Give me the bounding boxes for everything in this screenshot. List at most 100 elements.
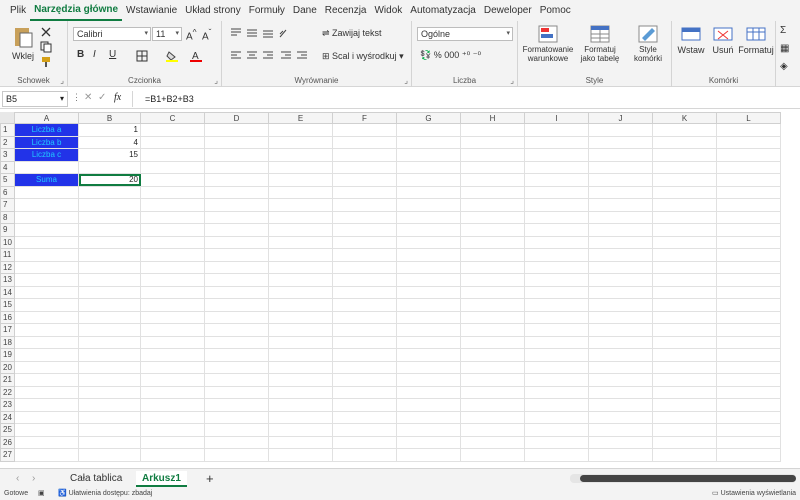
font-color-icon[interactable]: A bbox=[190, 50, 202, 62]
ribbon-tab-6[interactable]: Recenzja bbox=[321, 1, 371, 21]
cell-C[interactable] bbox=[140, 398, 205, 412]
cell-G[interactable] bbox=[396, 385, 461, 399]
borders-icon[interactable] bbox=[136, 50, 148, 62]
cell-A[interactable] bbox=[14, 335, 79, 349]
format-cells-button[interactable]: Formatuj bbox=[738, 25, 774, 55]
cell-J[interactable] bbox=[588, 135, 653, 149]
cell-G[interactable] bbox=[396, 398, 461, 412]
cell-J[interactable] bbox=[588, 210, 653, 224]
cell-A[interactable] bbox=[14, 385, 79, 399]
cell-F[interactable] bbox=[332, 248, 397, 262]
select-all-button[interactable] bbox=[0, 112, 14, 123]
cell-F[interactable] bbox=[332, 210, 397, 224]
cell-K[interactable] bbox=[652, 160, 717, 174]
cell-A[interactable] bbox=[14, 398, 79, 412]
cell-E[interactable] bbox=[268, 423, 333, 437]
cell-G[interactable] bbox=[396, 323, 461, 337]
cell-D[interactable] bbox=[204, 198, 269, 212]
row-header[interactable]: 16 bbox=[0, 310, 15, 324]
alignment-launcher[interactable]: ⌟ bbox=[404, 76, 408, 85]
cell-D[interactable] bbox=[204, 323, 269, 337]
merge-center-button[interactable]: ⊞ Scal i wyśrodkuj ▾ bbox=[322, 51, 404, 62]
cell-G[interactable] bbox=[396, 248, 461, 262]
cell-H[interactable] bbox=[460, 260, 525, 274]
cell-K[interactable] bbox=[652, 348, 717, 362]
cell-H[interactable] bbox=[460, 323, 525, 337]
cell-H[interactable] bbox=[460, 135, 525, 149]
cell-I[interactable] bbox=[524, 423, 589, 437]
cell-K[interactable] bbox=[652, 235, 717, 249]
fill-color-icon[interactable] bbox=[166, 50, 178, 62]
cell-B[interactable]: 20 bbox=[78, 173, 141, 187]
delete-cells-button[interactable]: Usuń bbox=[708, 25, 738, 55]
cell-H[interactable] bbox=[460, 123, 525, 137]
cell-A[interactable] bbox=[14, 423, 79, 437]
sheet-tab[interactable]: Arkusz1 bbox=[136, 471, 187, 487]
cell-K[interactable] bbox=[652, 373, 717, 387]
row-header[interactable]: 22 bbox=[0, 385, 15, 399]
cell-H[interactable] bbox=[460, 423, 525, 437]
cell-D[interactable] bbox=[204, 335, 269, 349]
cell-D[interactable] bbox=[204, 135, 269, 149]
bold-button[interactable]: B bbox=[77, 49, 84, 60]
cell-K[interactable] bbox=[652, 323, 717, 337]
cell-J[interactable] bbox=[588, 435, 653, 449]
cell-D[interactable] bbox=[204, 360, 269, 374]
cell-K[interactable] bbox=[652, 223, 717, 237]
row-header[interactable]: 14 bbox=[0, 285, 15, 299]
macro-record-icon[interactable]: ▣ bbox=[38, 488, 45, 500]
row-header[interactable]: 11 bbox=[0, 248, 15, 262]
fill-icon[interactable]: ▦ bbox=[780, 43, 789, 54]
cell-A[interactable] bbox=[14, 185, 79, 199]
insert-cells-button[interactable]: Wstaw bbox=[676, 25, 706, 55]
cut-icon[interactable] bbox=[40, 26, 52, 38]
row-header[interactable]: 19 bbox=[0, 348, 15, 362]
cell-G[interactable] bbox=[396, 273, 461, 287]
cell-B[interactable]: 1 bbox=[78, 123, 141, 137]
cell-G[interactable] bbox=[396, 210, 461, 224]
cell-B[interactable] bbox=[78, 360, 141, 374]
cell-H[interactable] bbox=[460, 148, 525, 162]
cell-F[interactable] bbox=[332, 148, 397, 162]
row-header[interactable]: 15 bbox=[0, 298, 15, 312]
cell-I[interactable] bbox=[524, 373, 589, 387]
cell-J[interactable] bbox=[588, 423, 653, 437]
ribbon-tab-5[interactable]: Dane bbox=[289, 1, 321, 21]
cell-F[interactable] bbox=[332, 173, 397, 187]
cell-E[interactable] bbox=[268, 360, 333, 374]
cell-F[interactable] bbox=[332, 385, 397, 399]
cell-K[interactable] bbox=[652, 423, 717, 437]
grow-font-button[interactable]: A^ bbox=[186, 27, 197, 42]
add-sheet-button[interactable]: + bbox=[200, 471, 220, 487]
cell-B[interactable] bbox=[78, 310, 141, 324]
cell-F[interactable] bbox=[332, 285, 397, 299]
display-settings-button[interactable]: ▭ Ustawienia wyświetlania bbox=[712, 488, 796, 500]
column-header[interactable]: A bbox=[14, 112, 79, 124]
cell-F[interactable] bbox=[332, 323, 397, 337]
cell-B[interactable] bbox=[78, 448, 141, 462]
cell-B[interactable] bbox=[78, 435, 141, 449]
row-header[interactable]: 26 bbox=[0, 435, 15, 449]
cell-J[interactable] bbox=[588, 185, 653, 199]
cell-L[interactable] bbox=[716, 160, 781, 174]
column-header[interactable]: I bbox=[524, 112, 589, 124]
cell-G[interactable] bbox=[396, 235, 461, 249]
cell-B[interactable] bbox=[78, 423, 141, 437]
cell-H[interactable] bbox=[460, 373, 525, 387]
cell-G[interactable] bbox=[396, 373, 461, 387]
font-name-select[interactable]: Calibri ▾ bbox=[73, 27, 151, 41]
formula-input[interactable]: =B1+B2+B3 bbox=[132, 91, 798, 107]
cell-J[interactable] bbox=[588, 398, 653, 412]
cell-I[interactable] bbox=[524, 285, 589, 299]
ribbon-tab-10[interactable]: Pomoc bbox=[536, 1, 575, 21]
cell-B[interactable] bbox=[78, 160, 141, 174]
cell-B[interactable] bbox=[78, 185, 141, 199]
cell-G[interactable] bbox=[396, 285, 461, 299]
cell-E[interactable] bbox=[268, 410, 333, 424]
cell-J[interactable] bbox=[588, 173, 653, 187]
cell-G[interactable] bbox=[396, 310, 461, 324]
cell-I[interactable] bbox=[524, 198, 589, 212]
cell-K[interactable] bbox=[652, 123, 717, 137]
cell-J[interactable] bbox=[588, 248, 653, 262]
cell-C[interactable] bbox=[140, 348, 205, 362]
